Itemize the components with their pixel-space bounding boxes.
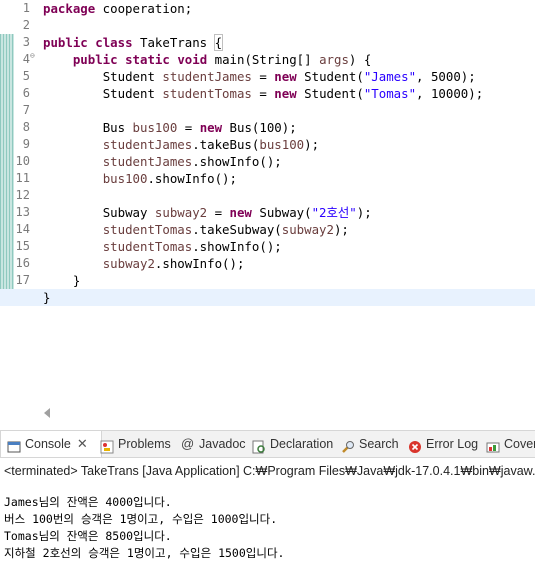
line-number: 11 <box>15 171 30 185</box>
code-line: studentJames.showInfo(); <box>102 154 282 169</box>
line-number: 6 <box>22 86 30 100</box>
search-icon <box>341 437 355 453</box>
code-line: Student studentTomas = new Student("Toma… <box>102 86 484 101</box>
tab-coverage[interactable]: Cover <box>486 431 535 457</box>
scroll-left-arrow-icon[interactable] <box>44 408 50 418</box>
tab-error-log[interactable]: Error Log <box>408 431 478 457</box>
code-line: subway2.showInfo(); <box>102 256 245 271</box>
coverage-icon <box>486 437 500 453</box>
code-line: Student studentJames = new Student("Jame… <box>102 69 476 84</box>
tab-javadoc[interactable]: @ Javadoc <box>181 431 246 457</box>
code-line: bus100.showInfo(); <box>102 171 237 186</box>
line-number: 10 <box>15 154 30 168</box>
tab-console[interactable]: Console ✕ <box>0 431 102 457</box>
line-number: 17 <box>15 273 30 287</box>
console-process-status: <terminated> TakeTrans [Java Application… <box>4 464 535 478</box>
line-number: 4 <box>22 52 30 66</box>
code-line: package cooperation; <box>43 1 193 16</box>
line-number: 9 <box>22 137 30 151</box>
error-log-icon <box>408 437 422 453</box>
tab-declaration[interactable]: Declaration <box>252 431 333 457</box>
line-number: 3 <box>22 35 30 49</box>
line-number: 13 <box>15 205 30 219</box>
console-output-line: 버스 100번의 승객은 1명이고, 수입은 1000입니다. <box>4 512 278 526</box>
bottom-view-tab-bar: Console ✕ Problems @ Javadoc Declaration… <box>0 430 535 458</box>
code-line: studentJames.takeBus(bus100); <box>102 137 320 152</box>
horizontal-scrollbar[interactable] <box>36 402 535 424</box>
fold-collapse-icon[interactable]: ⊖ <box>30 52 38 60</box>
code-editor[interactable]: 123456789101112131415161718 ⊖ package co… <box>0 0 535 402</box>
javadoc-icon: @ <box>181 436 195 451</box>
code-line: studentTomas.takeSubway(subway2); <box>102 222 349 237</box>
code-line: Subway subway2 = new Subway("2호선"); <box>102 205 372 220</box>
line-number: 12 <box>15 188 30 202</box>
close-icon[interactable]: ✕ <box>77 431 88 457</box>
code-line: } <box>72 273 81 288</box>
line-number: 1 <box>22 1 30 15</box>
line-number: 15 <box>15 239 30 253</box>
console-icon <box>7 437 21 453</box>
code-line: public static void main(String[] args) { <box>72 52 372 67</box>
matching-brace: { <box>213 34 224 51</box>
console-output-line: James님의 잔액은 4000입니다. <box>4 495 172 509</box>
tab-search[interactable]: Search <box>341 431 399 457</box>
line-number: 5 <box>22 69 30 83</box>
line-number: 8 <box>22 120 30 134</box>
code-line: studentTomas.showInfo(); <box>102 239 282 254</box>
line-number: 2 <box>22 18 30 32</box>
current-code-line: } <box>0 289 535 306</box>
line-number: 7 <box>22 103 30 117</box>
console-output-line: Tomas님의 잔액은 8500입니다. <box>4 529 172 543</box>
problems-icon <box>100 437 114 454</box>
code-line: public class TakeTrans { <box>43 34 224 51</box>
line-number: 14 <box>15 222 30 236</box>
declaration-icon <box>252 437 266 454</box>
line-number: 16 <box>15 256 30 270</box>
code-line: Bus bus100 = new Bus(100); <box>102 120 297 135</box>
tab-problems[interactable]: Problems <box>100 431 171 457</box>
console-output-line: 지하철 2호선의 승객은 1명이고, 수입은 1500입니다. <box>4 546 285 560</box>
